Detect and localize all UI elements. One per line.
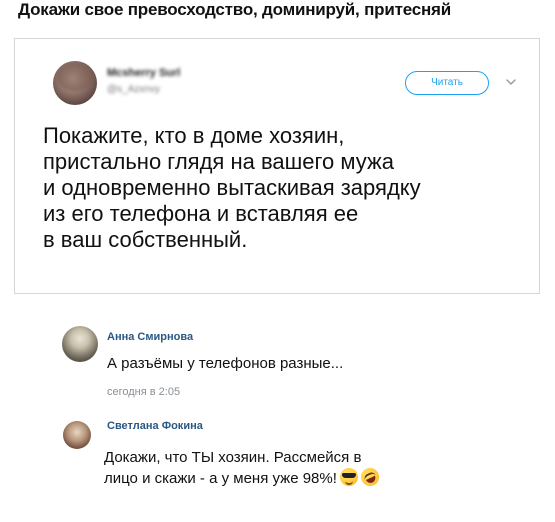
comment-text: А разъёмы у телефонов разные... (107, 355, 344, 372)
smiling-face-with-sunglasses-icon (339, 468, 358, 486)
comment-text-line: Докажи, что ТЫ хозяин. Рассмейся в (104, 449, 362, 466)
tweet-author-name[interactable]: Mcsherry Surl (107, 67, 180, 79)
comment-date[interactable]: сегодня в 2:05 (107, 386, 180, 398)
rolling-on-floor-laughing-icon (357, 465, 382, 489)
avatar[interactable] (62, 326, 98, 362)
tweet-card: Mcsherry Surl @s_Azxnvy Читать Покажите,… (14, 38, 540, 294)
comment-text: Докажи, что ТЫ хозяин. Рассмейся в лицо … (104, 447, 382, 489)
comment-text-line: лицо и скажи - а у меня уже 98%! (104, 470, 337, 487)
tweet-text: Покажите, кто в доме хозяин, пристально … (43, 123, 421, 252)
avatar[interactable] (63, 421, 91, 449)
tweet-author-handle: @s_Azxnvy (107, 84, 160, 95)
page-title: Докажи свое превосходство, доминируй, пр… (18, 0, 452, 19)
tweet-author-avatar[interactable] (53, 61, 97, 105)
chevron-down-icon[interactable] (504, 75, 518, 89)
comment-author[interactable]: Светлана Фокина (107, 420, 203, 432)
comment-author[interactable]: Анна Смирнова (107, 331, 193, 343)
follow-button[interactable]: Читать (405, 71, 489, 95)
